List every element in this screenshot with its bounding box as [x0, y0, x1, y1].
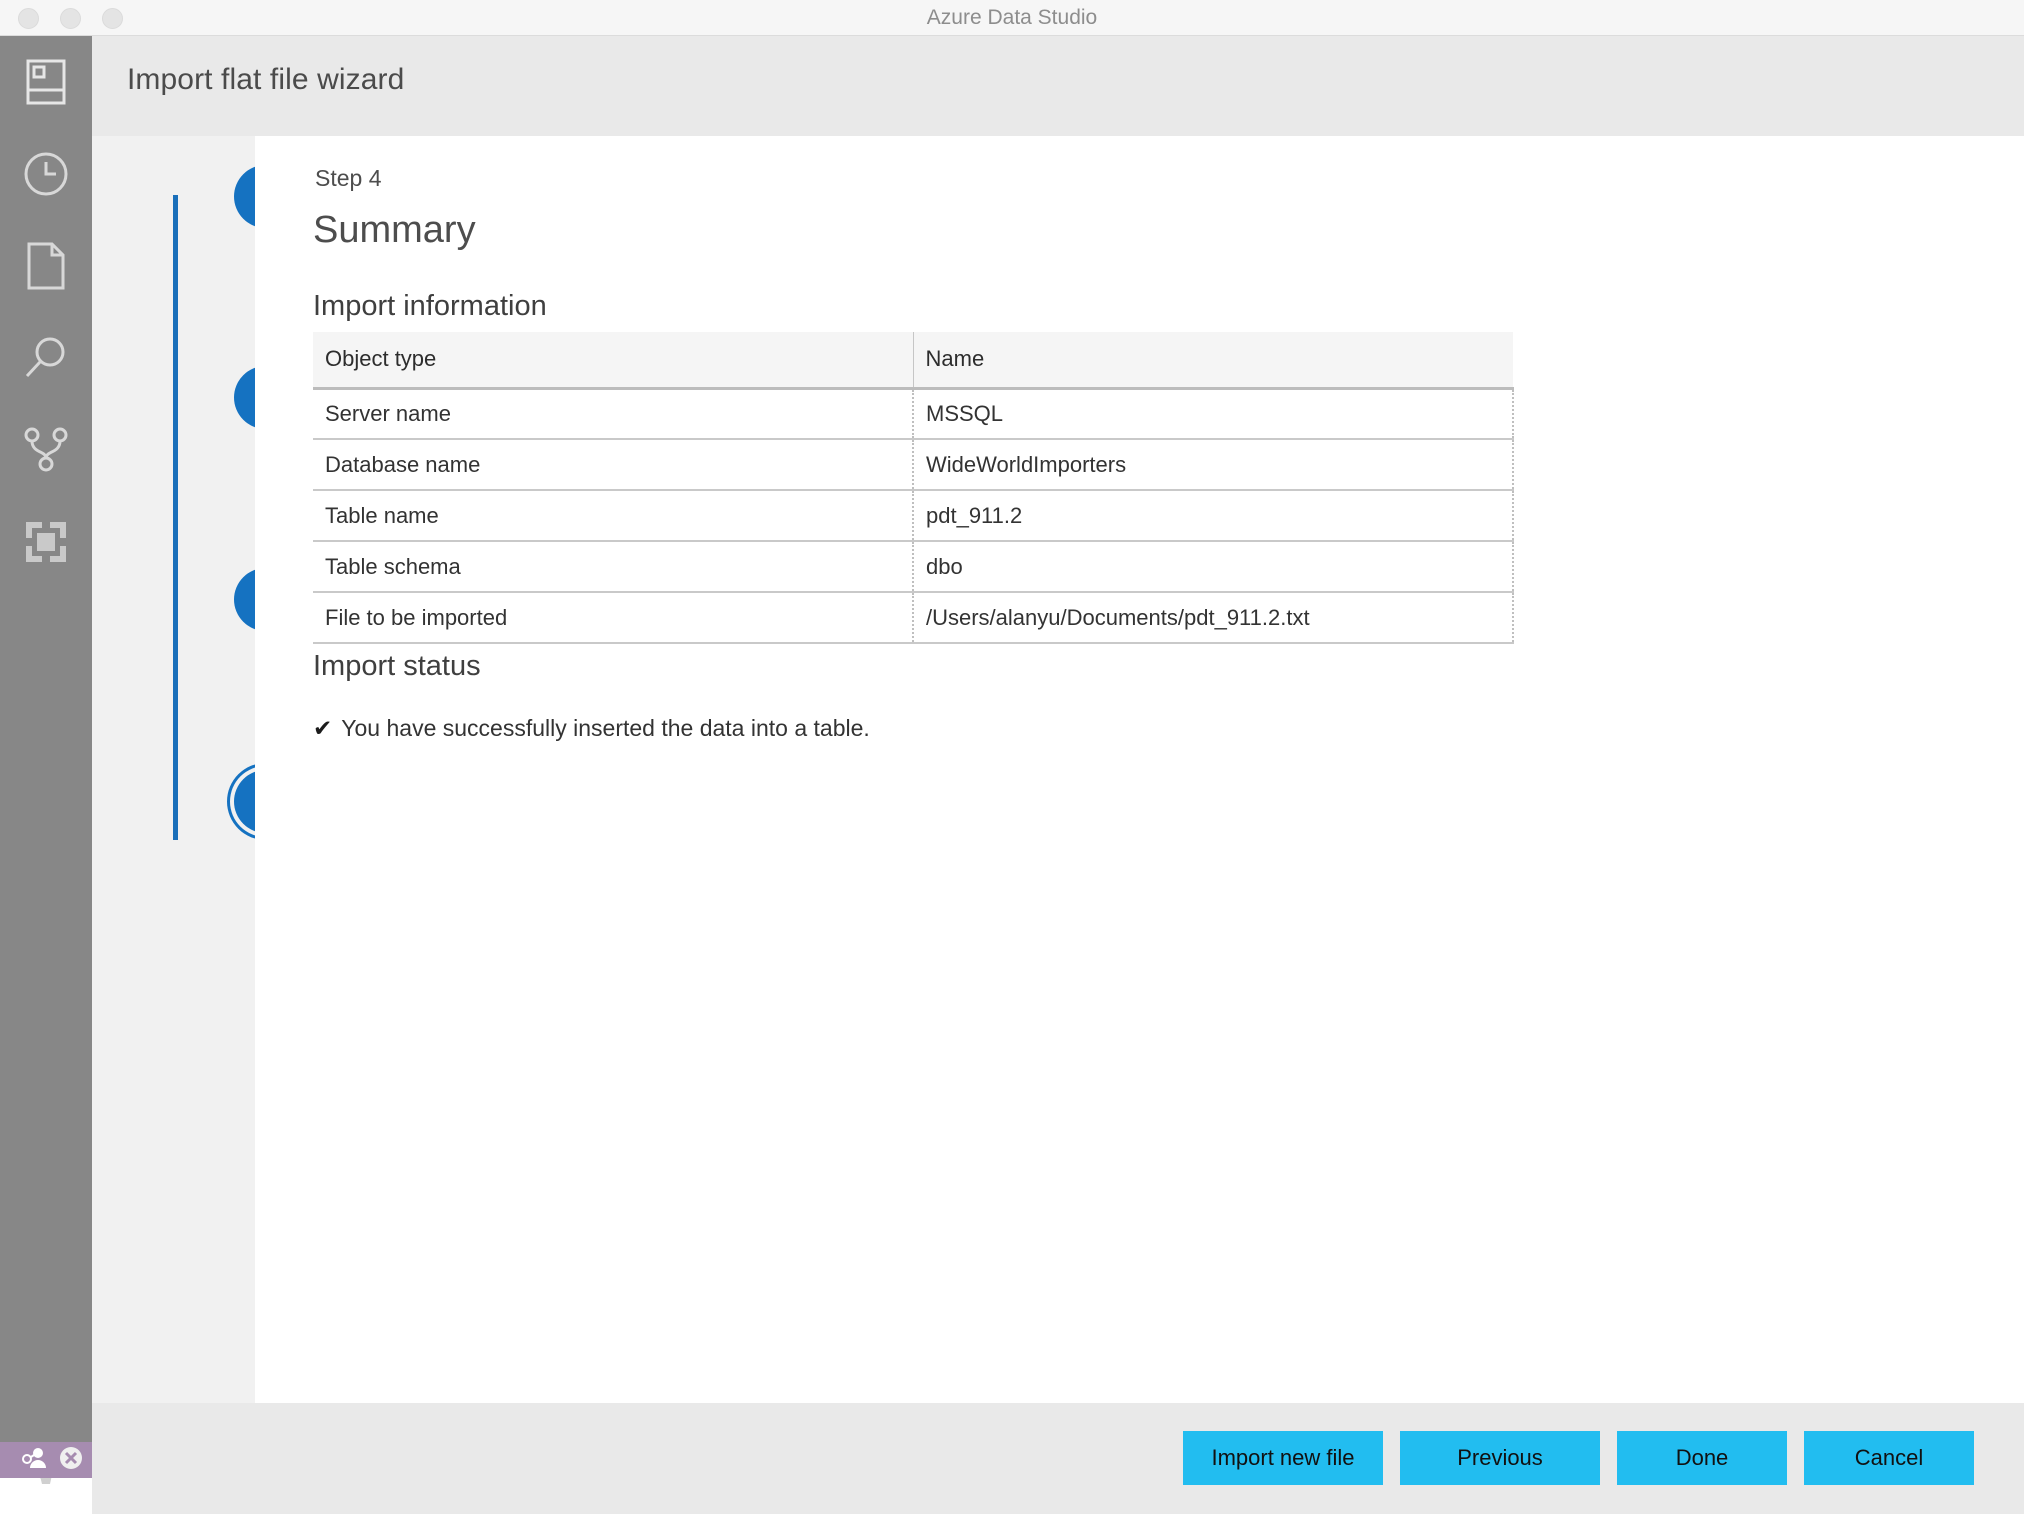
source-control-branch-icon [24, 427, 68, 473]
table-row: Table schema dbo [313, 541, 1514, 593]
cell-name: dbo [913, 541, 1514, 593]
wizard-footer-buttons: Import new file Previous Done Cancel [1183, 1431, 1974, 1485]
table-row: Table name pdt_911.2 [313, 490, 1514, 542]
import-new-file-button[interactable]: Import new file [1183, 1431, 1383, 1485]
wizard-step-rail: 1 2 3 4 [92, 136, 297, 1403]
activity-item-extensions[interactable] [0, 496, 92, 588]
activity-item-history[interactable] [0, 128, 92, 220]
import-information-table: Object type Name Server name MSSQL Datab… [313, 332, 1514, 644]
cell-name: pdt_911.2 [913, 490, 1514, 542]
wizard-title: Import flat file wizard [127, 63, 405, 96]
table-row: Database name WideWorldImporters [313, 439, 1514, 491]
column-header-name: Name [913, 332, 1513, 390]
activity-item-servers[interactable] [0, 36, 92, 128]
window-title: Azure Data Studio [926, 6, 1098, 29]
table-header-row: Object type Name [313, 332, 1513, 390]
activity-item-source-control[interactable] [0, 404, 92, 496]
wizard-header: Import flat file wizard [92, 36, 2024, 136]
activity-item-search[interactable] [0, 312, 92, 404]
cell-object-type: File to be imported [313, 592, 914, 644]
table-row: File to be imported /Users/alanyu/Docume… [313, 592, 1514, 644]
cell-name: /Users/alanyu/Documents/pdt_911.2.txt [913, 592, 1514, 644]
file-notebook-icon [26, 242, 66, 290]
clock-history-icon [23, 151, 69, 197]
activity-bar [0, 36, 92, 1484]
error-circle-icon[interactable] [58, 1445, 84, 1476]
cell-name: MSSQL [913, 388, 1514, 440]
cell-object-type: Server name [313, 388, 914, 440]
import-information-heading: Import information [313, 290, 547, 322]
cell-name: WideWorldImporters [913, 439, 1514, 491]
done-button[interactable]: Done [1617, 1431, 1787, 1485]
column-header-object-type: Object type [313, 332, 914, 390]
wizard-footer: Import new file Previous Done Cancel [92, 1403, 2024, 1514]
table-body: Server name MSSQL Database name WideWorl… [313, 388, 1514, 644]
table-row: Server name MSSQL [313, 388, 1514, 440]
import-status-text: You have successfully inserted the data … [341, 715, 870, 741]
cell-object-type: Database name [313, 439, 914, 491]
cell-object-type: Table name [313, 490, 914, 542]
previous-button[interactable]: Previous [1400, 1431, 1600, 1485]
cancel-button[interactable]: Cancel [1804, 1431, 1974, 1485]
import-status-heading: Import status [313, 650, 481, 682]
import-status-message: ✔ You have successfully inserted the dat… [313, 715, 870, 742]
accounts-icon[interactable] [22, 1447, 48, 1474]
window-titlebar: Azure Data Studio [0, 0, 2024, 36]
page-title: Summary [313, 209, 476, 251]
extensions-icon [24, 520, 68, 564]
step-label: Step 4 [315, 165, 382, 191]
cell-object-type: Table schema [313, 541, 914, 593]
wizard-content-panel: Step 4 Summary Import information Object… [255, 136, 2024, 1403]
servers-icon [26, 59, 66, 105]
activity-item-notebooks[interactable] [0, 220, 92, 312]
search-icon [23, 335, 69, 381]
step-connector-line [173, 195, 178, 840]
check-icon: ✔ [313, 715, 333, 741]
status-bar [0, 1442, 92, 1478]
